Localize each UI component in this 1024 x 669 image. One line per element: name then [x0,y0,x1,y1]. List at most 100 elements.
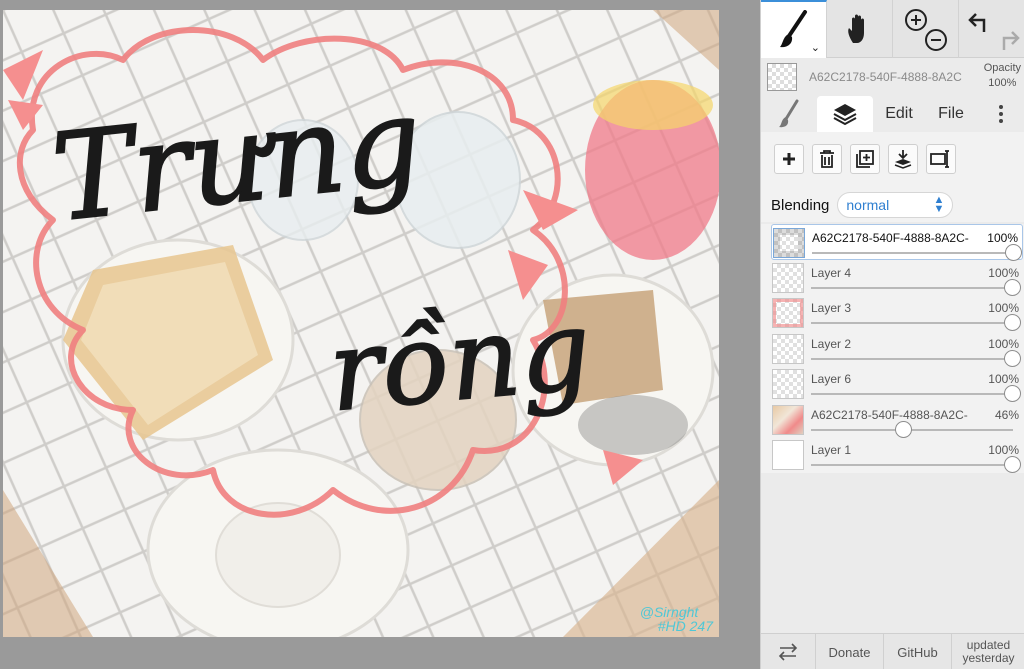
zoom-out-icon[interactable] [924,29,947,51]
redo-icon[interactable] [1002,31,1020,50]
layer-name: Layer 1 [811,443,852,457]
swap-button[interactable] [761,634,816,669]
opacity-slider-knob[interactable] [1004,278,1021,296]
document-thumbnail [767,63,797,91]
layer-thumbnail [773,228,805,258]
layer-opacity: 100% [987,231,1018,245]
layer-properties-button[interactable] [926,144,956,174]
delete-layer-icon [820,150,834,168]
layer-opacity: 100% [988,443,1019,457]
layers-list: A62C2178-540F-4888-8A2C- 100% Layer 4 100% L… [761,224,1024,473]
lettering-line2: rồng [324,286,595,436]
tab-layers[interactable] [817,96,873,132]
zoom-buttons [893,0,959,58]
add-layer-icon [783,153,795,165]
blending-select[interactable]: normal ▲ ▼ [837,192,954,218]
opacity-slider-track[interactable] [812,252,1012,254]
layer-thumbnail [772,369,804,399]
layer-name: A62C2178-540F-4888-8A2C- [811,407,968,422]
merge-down-button[interactable] [888,144,918,174]
duplicate-layer-button[interactable] [850,144,880,174]
layer-name: Layer 6 [811,372,852,386]
bottom-bar: Donate GitHub updated yesterday [761,633,1024,669]
brush-icon [779,10,807,48]
document-row[interactable]: A62C2178-540F-4888-8A2C Opacity 100% [761,58,1024,96]
layer-row[interactable]: Layer 4 100% [771,260,1023,296]
canvas-area[interactable]: Trưng rồng @Sirnght #HD 247 [0,0,760,669]
zoom-icons [904,9,947,51]
layer-row[interactable]: Layer 6 100% [771,366,1023,402]
layer-name: A62C2178-540F-4888-8A2C- [812,231,969,245]
add-layer-button[interactable] [774,144,804,174]
panel-tabs: Edit File [761,96,1024,132]
swap-icon [778,643,798,661]
watermark: @Sirnght #HD 247 [640,605,713,633]
opacity-slider-knob[interactable] [1005,244,1022,261]
opacity-slider-track[interactable] [811,286,1013,289]
artwork-canvas[interactable]: Trưng rồng @Sirnght #HD 247 [3,10,719,637]
opacity-slider-knob[interactable] [1004,456,1021,473]
opacity-slider-track[interactable] [811,322,1013,324]
layer-opacity: 100% [988,336,1019,351]
tab-file[interactable]: File [925,96,977,132]
layer-opacity: 46% [994,407,1019,422]
chevron-down-icon[interactable]: ⌄ [811,41,820,54]
layer-name: Layer 4 [811,265,852,280]
layer-properties-icon [930,150,949,168]
blending-row: Blending normal ▲ ▼ [761,188,1024,222]
more-vertical-icon[interactable] [977,96,1024,132]
opacity-slider-knob[interactable] [894,420,912,438]
updated-status: updated yesterday [952,634,1024,669]
opacity-slider-track[interactable] [811,393,1013,395]
tab-brush[interactable] [761,96,817,132]
layer-actions [761,132,1024,188]
document-opacity: Opacity 100% [984,61,1021,91]
layer-thumbnail [772,298,804,328]
duplicate-layer-icon [856,150,874,168]
opacity-slider-track[interactable] [811,428,1013,431]
merge-down-icon [894,150,912,169]
layer-name: Layer 2 [811,336,852,351]
updated-line2: yesterday [962,651,1015,665]
tab-edit[interactable]: Edit [873,96,925,132]
opacity-label: Opacity [983,62,1021,74]
right-panel: ⌄ A62C2178-540F-4888-8A2C Opacity 100% E… [760,0,1024,669]
layer-row[interactable]: Layer 2 100% [771,331,1023,367]
opacity-value: 100% [988,77,1017,89]
layer-thumbnail [772,440,804,470]
layers-icon [833,104,857,126]
layer-row[interactable]: A62C2178-540F-4888-8A2C- 100% [771,224,1023,261]
opacity-slider-knob[interactable] [1004,349,1021,367]
layer-row[interactable]: Layer 1 100% [771,437,1023,473]
layer-thumbnail [772,333,804,364]
delete-layer-button[interactable] [812,144,842,174]
github-link[interactable]: GitHub [884,634,952,669]
watermark-line1: @Sirnght [639,604,699,620]
donate-link[interactable]: Donate [816,634,884,669]
brush-tool-button[interactable]: ⌄ [761,0,827,58]
watermark-line2: #HD 247 [657,618,713,634]
layer-name: Layer 3 [811,301,852,315]
hand-tool-button[interactable] [827,0,893,58]
layer-row[interactable]: Layer 3 100% [771,295,1023,331]
undo-icon[interactable] [968,13,986,32]
document-name: A62C2178-540F-4888-8A2C [809,70,962,84]
blending-value: normal [846,197,890,213]
layer-thumbnail [772,262,804,293]
brush-icon [779,99,799,128]
layer-thumbnail [772,404,804,435]
opacity-slider-track[interactable] [811,464,1013,466]
history-icons [968,13,1020,50]
opacity-slider-knob[interactable] [1004,314,1021,331]
artwork-image: Trưng rồng [3,10,719,637]
tool-row: ⌄ [761,0,1024,58]
blending-label: Blending [771,196,830,214]
layer-opacity: 100% [988,265,1019,280]
opacity-slider-track[interactable] [811,357,1013,360]
layer-row[interactable]: A62C2178-540F-4888-8A2C- 46% [771,402,1023,438]
zoom-in-icon[interactable] [904,9,927,31]
layer-opacity: 100% [988,301,1019,315]
hand-icon [847,14,864,43]
chevron-updown-icon: ▲ ▼ [933,194,945,215]
opacity-slider-knob[interactable] [1004,385,1021,402]
